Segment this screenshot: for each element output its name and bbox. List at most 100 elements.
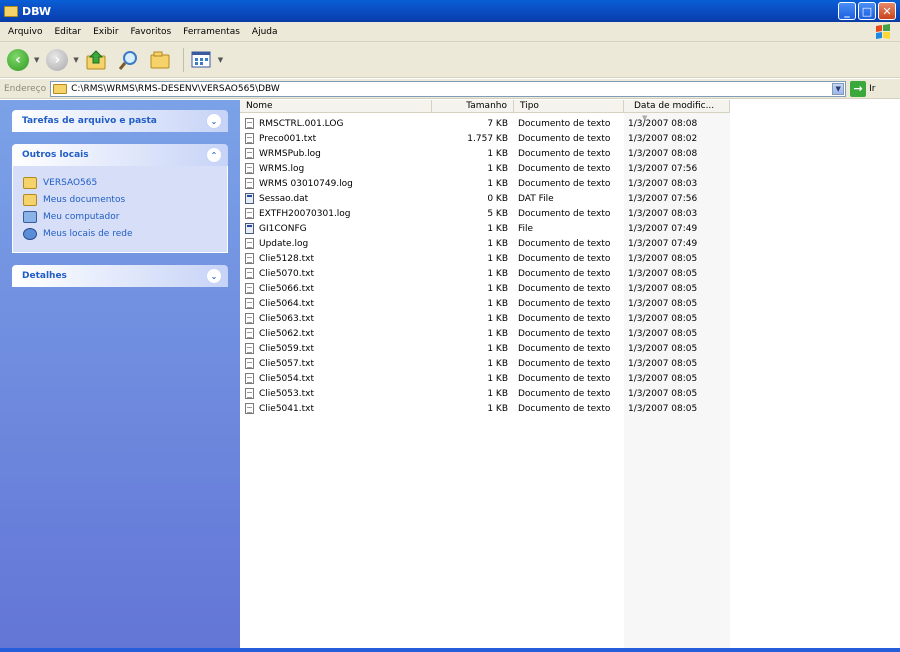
file-row[interactable]: Update.log 1 KB Documento de texto 1/3/2007… <box>240 236 730 251</box>
panel-file-tasks: Tarefas de arquivo e pasta ⌄ <box>12 110 228 132</box>
folder-icon <box>4 5 18 17</box>
close-button[interactable]: ✕ <box>878 2 896 20</box>
views-button[interactable] <box>188 46 216 74</box>
column-header-size[interactable]: Tamanho <box>432 100 514 113</box>
forward-button[interactable]: › <box>43 46 71 74</box>
file-name: Clie5064.txt <box>259 298 314 309</box>
chevron-down-icon[interactable]: ⌄ <box>206 268 222 284</box>
forward-dropdown-icon[interactable]: ▼ <box>73 56 78 64</box>
file-size: 1 KB <box>487 283 508 294</box>
chevron-up-icon[interactable]: ⌃ <box>206 147 222 163</box>
file-type: Documento de texto <box>518 178 611 189</box>
back-dropdown-icon[interactable]: ▼ <box>34 56 39 64</box>
file-date: 1/3/2007 08:03 <box>628 178 698 189</box>
file-type: Documento de texto <box>518 208 611 219</box>
column-header-date-label: Data de modific... <box>634 101 715 111</box>
network-icon <box>23 227 37 240</box>
file-type: DAT File <box>518 193 554 204</box>
file-name: WRMSPub.log <box>259 148 321 159</box>
file-row[interactable]: Clie5128.txt 1 KB Documento de texto 1/3/20… <box>240 251 730 266</box>
menu-favoritos[interactable]: Favoritos <box>125 27 178 37</box>
place-link-network[interactable]: Meus locais de rede <box>23 225 217 242</box>
window-title: DBW <box>22 4 52 18</box>
views-dropdown-icon[interactable]: ▼ <box>218 56 223 64</box>
file-row[interactable]: WRMS 03010749.log 1 KB Documento de texto 1… <box>240 176 730 191</box>
place-link-my-computer[interactable]: Meu computador <box>23 208 217 225</box>
chevron-down-icon[interactable]: ⌄ <box>206 113 222 129</box>
text-file-icon <box>245 283 254 294</box>
file-list[interactable]: Nome Tamanho Tipo Data de modific... ▼ R… <box>240 100 900 652</box>
file-size: 1 KB <box>487 148 508 159</box>
minimize-button[interactable]: _ <box>838 2 856 20</box>
file-row[interactable]: Clie5066.txt 1 KB Documento de texto 1/3/20… <box>240 281 730 296</box>
file-row[interactable]: WRMS.log 1 KB Documento de texto 1/3/2007 0… <box>240 161 730 176</box>
column-header-name[interactable]: Nome <box>240 100 432 113</box>
panel-file-tasks-header[interactable]: Tarefas de arquivo e pasta ⌄ <box>12 110 228 132</box>
menu-exibir[interactable]: Exibir <box>87 27 124 37</box>
file-row[interactable]: Clie5063.txt 1 KB Documento de texto 1/3/20… <box>240 311 730 326</box>
file-row[interactable]: GI1CONFG 1 KB File 1/3/2007 07:49 <box>240 221 730 236</box>
file-date: 1/3/2007 07:49 <box>628 238 698 249</box>
taskbar <box>0 648 900 652</box>
menu-bar: Arquivo Editar Exibir Favoritos Ferramen… <box>0 22 900 42</box>
file-name-cell: RMSCTRL.001.LOG <box>240 118 432 129</box>
file-type: Documento de texto <box>518 403 611 414</box>
file-name-cell: WRMSPub.log <box>240 148 432 159</box>
column-header-row: Nome Tamanho Tipo Data de modific... ▼ <box>240 100 730 122</box>
file-type: Documento de texto <box>518 343 611 354</box>
file-row[interactable]: Preco001.txt 1.757 KB Documento de texto 1/… <box>240 131 730 146</box>
text-file-icon <box>245 358 254 369</box>
menu-arquivo[interactable]: Arquivo <box>2 27 48 37</box>
up-folder-button[interactable] <box>83 46 111 74</box>
file-type: Documento de texto <box>518 328 611 339</box>
menu-editar[interactable]: Editar <box>48 27 87 37</box>
file-name-cell: GI1CONFG <box>240 223 432 234</box>
file-name-cell: Clie5128.txt <box>240 253 432 264</box>
file-row[interactable]: Clie5064.txt 1 KB Documento de texto 1/3/20… <box>240 296 730 311</box>
file-name-cell: WRMS 03010749.log <box>240 178 432 189</box>
file-row[interactable]: Clie5059.txt 1 KB Documento de texto 1/3/20… <box>240 341 730 356</box>
file-row[interactable]: Clie5041.txt 1 KB Documento de texto 1/3/20… <box>240 401 730 416</box>
folders-button[interactable] <box>147 46 175 74</box>
panel-details-header[interactable]: Detalhes ⌄ <box>12 265 228 287</box>
search-button[interactable] <box>115 46 143 74</box>
file-row[interactable]: Clie5062.txt 1 KB Documento de texto 1/3/20… <box>240 326 730 341</box>
file-size: 1 KB <box>487 403 508 414</box>
file-row[interactable]: Clie5054.txt 1 KB Documento de texto 1/3/20… <box>240 371 730 386</box>
file-row[interactable]: EXTFH20070301.log 5 KB Documento de texto 1… <box>240 206 730 221</box>
file-row[interactable]: Clie5070.txt 1 KB Documento de texto 1/3/20… <box>240 266 730 281</box>
column-header-date[interactable]: Data de modific... ▼ <box>624 100 730 122</box>
file-type: Documento de texto <box>518 118 611 129</box>
file-row[interactable]: WRMSPub.log 1 KB Documento de texto 1/3/200… <box>240 146 730 161</box>
toolbar-separator <box>182 47 184 72</box>
place-link-versao565[interactable]: VERSAO565 <box>23 174 217 191</box>
panel-title: Tarefas de arquivo e pasta <box>22 116 157 126</box>
file-row[interactable]: Clie5053.txt 1 KB Documento de texto 1/3/20… <box>240 386 730 401</box>
file-row[interactable]: RMSCTRL.001.LOG 7 KB Documento de texto 1/3… <box>240 116 730 131</box>
menu-ferramentas[interactable]: Ferramentas <box>177 27 246 37</box>
file-name: Clie5053.txt <box>259 388 314 399</box>
address-dropdown-icon[interactable]: ▼ <box>832 82 845 95</box>
menu-ajuda[interactable]: Ajuda <box>246 27 284 37</box>
file-row[interactable]: Clie5057.txt 1 KB Documento de texto 1/3/20… <box>240 356 730 371</box>
file-name-cell: Clie5057.txt <box>240 358 432 369</box>
address-input[interactable]: C:\RMS\WRMS\RMS-DESENV\VERSAO565\DBW ▼ <box>50 80 847 97</box>
maximize-button[interactable]: □ <box>858 2 876 20</box>
file-date: 1/3/2007 07:49 <box>628 223 698 234</box>
file-row[interactable]: Sessao.dat 0 KB DAT File 1/3/2007 07:56 <box>240 191 730 206</box>
place-link-my-documents[interactable]: Meus documentos <box>23 191 217 208</box>
file-name: Clie5057.txt <box>259 358 314 369</box>
panel-other-places-header[interactable]: Outros locais ⌃ <box>12 144 228 166</box>
file-size: 1 KB <box>487 253 508 264</box>
text-file-icon <box>245 208 254 219</box>
go-button[interactable]: → Ir <box>850 80 876 97</box>
file-date: 1/3/2007 08:05 <box>628 358 698 369</box>
back-button[interactable]: ‹ <box>4 46 32 74</box>
file-name: Clie5059.txt <box>259 343 314 354</box>
title-bar[interactable]: DBW _ □ ✕ <box>0 0 900 22</box>
column-header-type[interactable]: Tipo <box>514 100 624 113</box>
place-label: VERSAO565 <box>43 177 98 188</box>
file-type: File <box>518 223 534 234</box>
file-date: 1/3/2007 08:08 <box>628 148 698 159</box>
text-file-icon <box>245 313 254 324</box>
